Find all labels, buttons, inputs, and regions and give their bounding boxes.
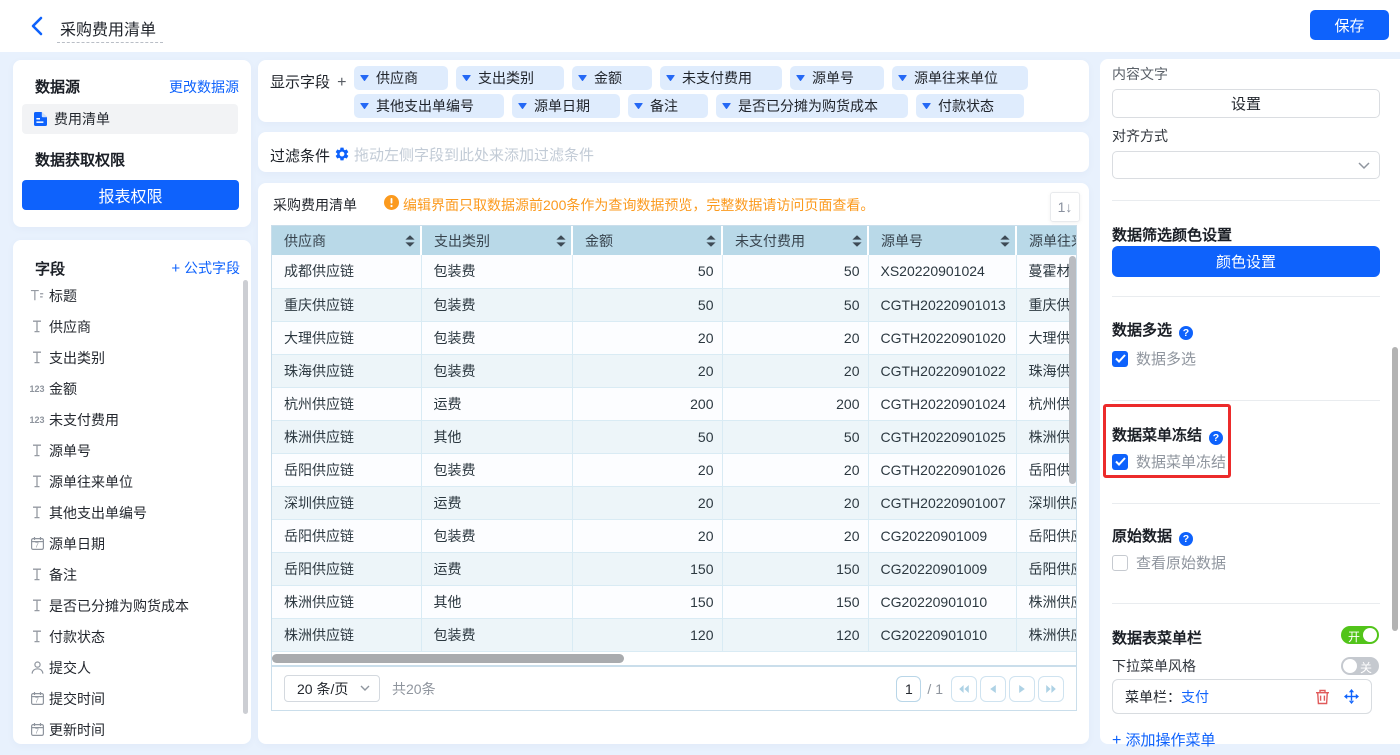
svg-text:7: 7 [35, 543, 39, 550]
svg-text:7: 7 [35, 698, 39, 705]
svg-text:7: 7 [35, 729, 39, 736]
